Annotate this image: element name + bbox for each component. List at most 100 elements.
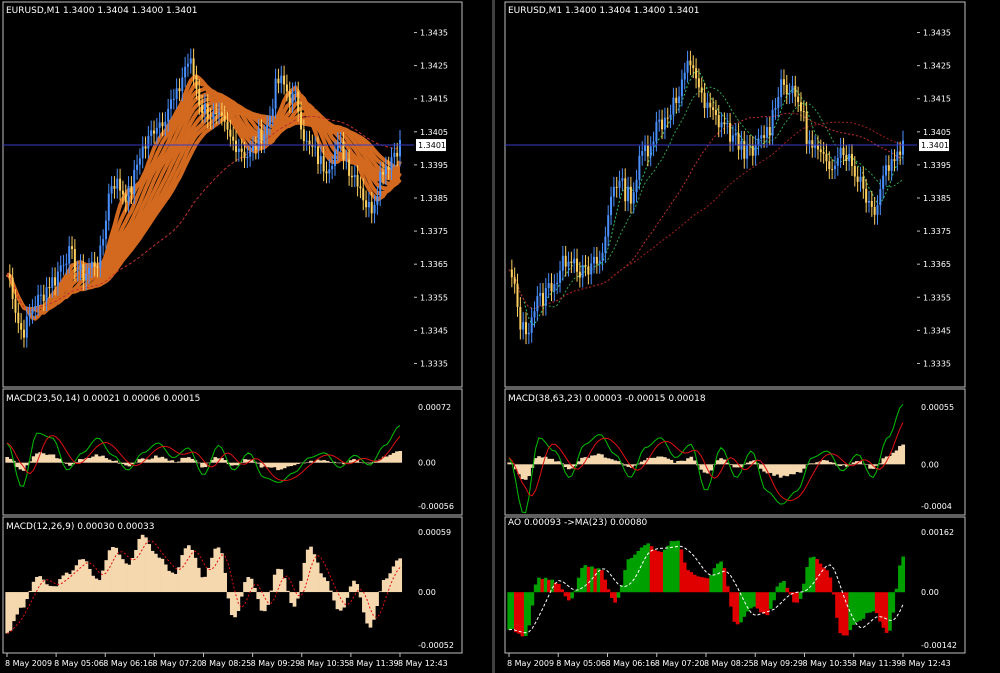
ao-bar xyxy=(881,592,886,628)
candle-body xyxy=(884,165,887,176)
macd-histogram-bar xyxy=(173,573,178,593)
macd-histogram-bar xyxy=(686,458,690,465)
macd-histogram-bar xyxy=(81,559,85,593)
ao-bar xyxy=(706,578,710,593)
candle-body xyxy=(37,294,40,307)
ao-bar xyxy=(894,588,899,593)
macd-histogram-bar xyxy=(94,578,99,593)
candle-body xyxy=(28,313,31,317)
candle-body xyxy=(559,270,562,283)
candle-body xyxy=(794,85,797,97)
macd-histogram-bar xyxy=(153,553,158,593)
macd-histogram-bar xyxy=(322,577,327,593)
macd-histogram-bar xyxy=(315,562,320,593)
macd-histogram-bar xyxy=(25,592,29,600)
candle-body xyxy=(799,102,802,112)
x-tick-label: 8 May 10:35 xyxy=(300,659,350,668)
candle-body xyxy=(899,151,902,155)
candle-body xyxy=(93,261,96,267)
candle-body xyxy=(87,268,90,274)
candle-body xyxy=(726,122,729,125)
candle-body xyxy=(848,154,851,162)
candle-body xyxy=(536,296,539,312)
macd-histogram-bar xyxy=(292,462,297,466)
macd-histogram-bar xyxy=(358,462,363,463)
candle-body xyxy=(581,264,584,278)
candle-body xyxy=(513,277,516,284)
macd-histogram-bar xyxy=(868,464,872,469)
y-tick-label: 1.3385 xyxy=(420,194,448,203)
candle-body xyxy=(629,186,632,204)
macd-histogram-bar xyxy=(286,590,290,593)
candle-body xyxy=(610,196,613,216)
ao-bar xyxy=(510,592,515,629)
candle-body xyxy=(218,112,221,114)
left-chart-window[interactable]: EURUSD,M1 1.3400 1.3404 1.3400 1.3401 MA… xyxy=(2,1,463,668)
macd-histogram-bar xyxy=(15,592,19,615)
candle-body xyxy=(339,141,342,143)
candle-body xyxy=(172,98,175,100)
y-tick-label: -0.0004 xyxy=(921,502,952,511)
macd-signal-line xyxy=(508,422,904,502)
left-macd-classic-plot xyxy=(5,534,403,634)
candle-body xyxy=(56,271,59,286)
macd-histogram-bar xyxy=(653,457,657,465)
candle-body xyxy=(859,176,862,182)
macd-histogram-bar xyxy=(289,462,294,467)
right-chart-window[interactable]: EURUSD,M1 1.3400 1.3404 1.3400 1.3401 MA… xyxy=(504,1,966,668)
moving-average-line xyxy=(508,70,904,326)
candle-body xyxy=(268,116,271,125)
macd-histogram-bar xyxy=(825,460,829,465)
macd-histogram-bar xyxy=(901,444,906,465)
y-tick-label: 0.00059 xyxy=(418,528,451,537)
candle-body xyxy=(615,186,618,188)
macd-histogram-bar xyxy=(51,454,56,463)
macd-histogram-bar xyxy=(170,572,175,593)
macd-histogram-bar xyxy=(798,464,803,473)
candle-body xyxy=(147,135,150,149)
candle-body xyxy=(232,136,235,141)
y-tick-label: 1.3335 xyxy=(923,359,951,368)
macd-histogram-bar xyxy=(101,455,105,463)
ao-bar xyxy=(758,592,763,613)
macd-histogram-bar xyxy=(187,545,191,593)
candle-body xyxy=(706,102,709,109)
candle-body xyxy=(870,200,873,207)
ao-bar xyxy=(586,566,591,593)
x-tick-label: 8 May 08:25 xyxy=(202,659,252,668)
ao-bar xyxy=(606,589,611,593)
macd-histogram-bar xyxy=(229,462,234,466)
candle-body xyxy=(110,186,113,194)
macd-histogram-bar xyxy=(256,592,261,600)
right-ao-plot xyxy=(507,540,906,637)
y-tick-label: 1.3405 xyxy=(923,128,951,137)
left-ind1-header: MACD(23,50,14) 0.00021 0.00006 0.00015 xyxy=(6,394,200,404)
macd-histogram-bar xyxy=(851,462,856,465)
candle-body xyxy=(590,263,593,275)
candle-body xyxy=(254,146,257,150)
candle-body xyxy=(59,265,62,272)
candle-body xyxy=(260,129,263,144)
candle-body xyxy=(782,79,785,85)
ao-bar xyxy=(609,592,614,598)
candle-body xyxy=(516,283,519,307)
macd-histogram-bar xyxy=(732,464,737,468)
window-divider[interactable] xyxy=(492,0,495,673)
candle-body xyxy=(14,299,17,313)
candle-body xyxy=(896,151,899,162)
candle-body xyxy=(712,107,715,110)
ao-bar xyxy=(785,587,790,593)
macd-histogram-bar xyxy=(97,456,102,463)
x-tick-label: 8 May 06:16 xyxy=(606,659,656,668)
macd-histogram-bar xyxy=(527,464,531,477)
candle-body xyxy=(567,261,570,267)
candle-body xyxy=(76,270,79,272)
candle-body xyxy=(734,133,737,136)
ao-bar xyxy=(566,592,571,601)
candle-body xyxy=(342,141,345,160)
macd-histogram-bar xyxy=(391,453,396,463)
macd-histogram-bar xyxy=(692,460,697,465)
candle-body xyxy=(85,273,88,281)
y-tick-label: 1.3365 xyxy=(420,260,448,269)
x-tick-label: 8 May 12:43 xyxy=(398,659,448,668)
